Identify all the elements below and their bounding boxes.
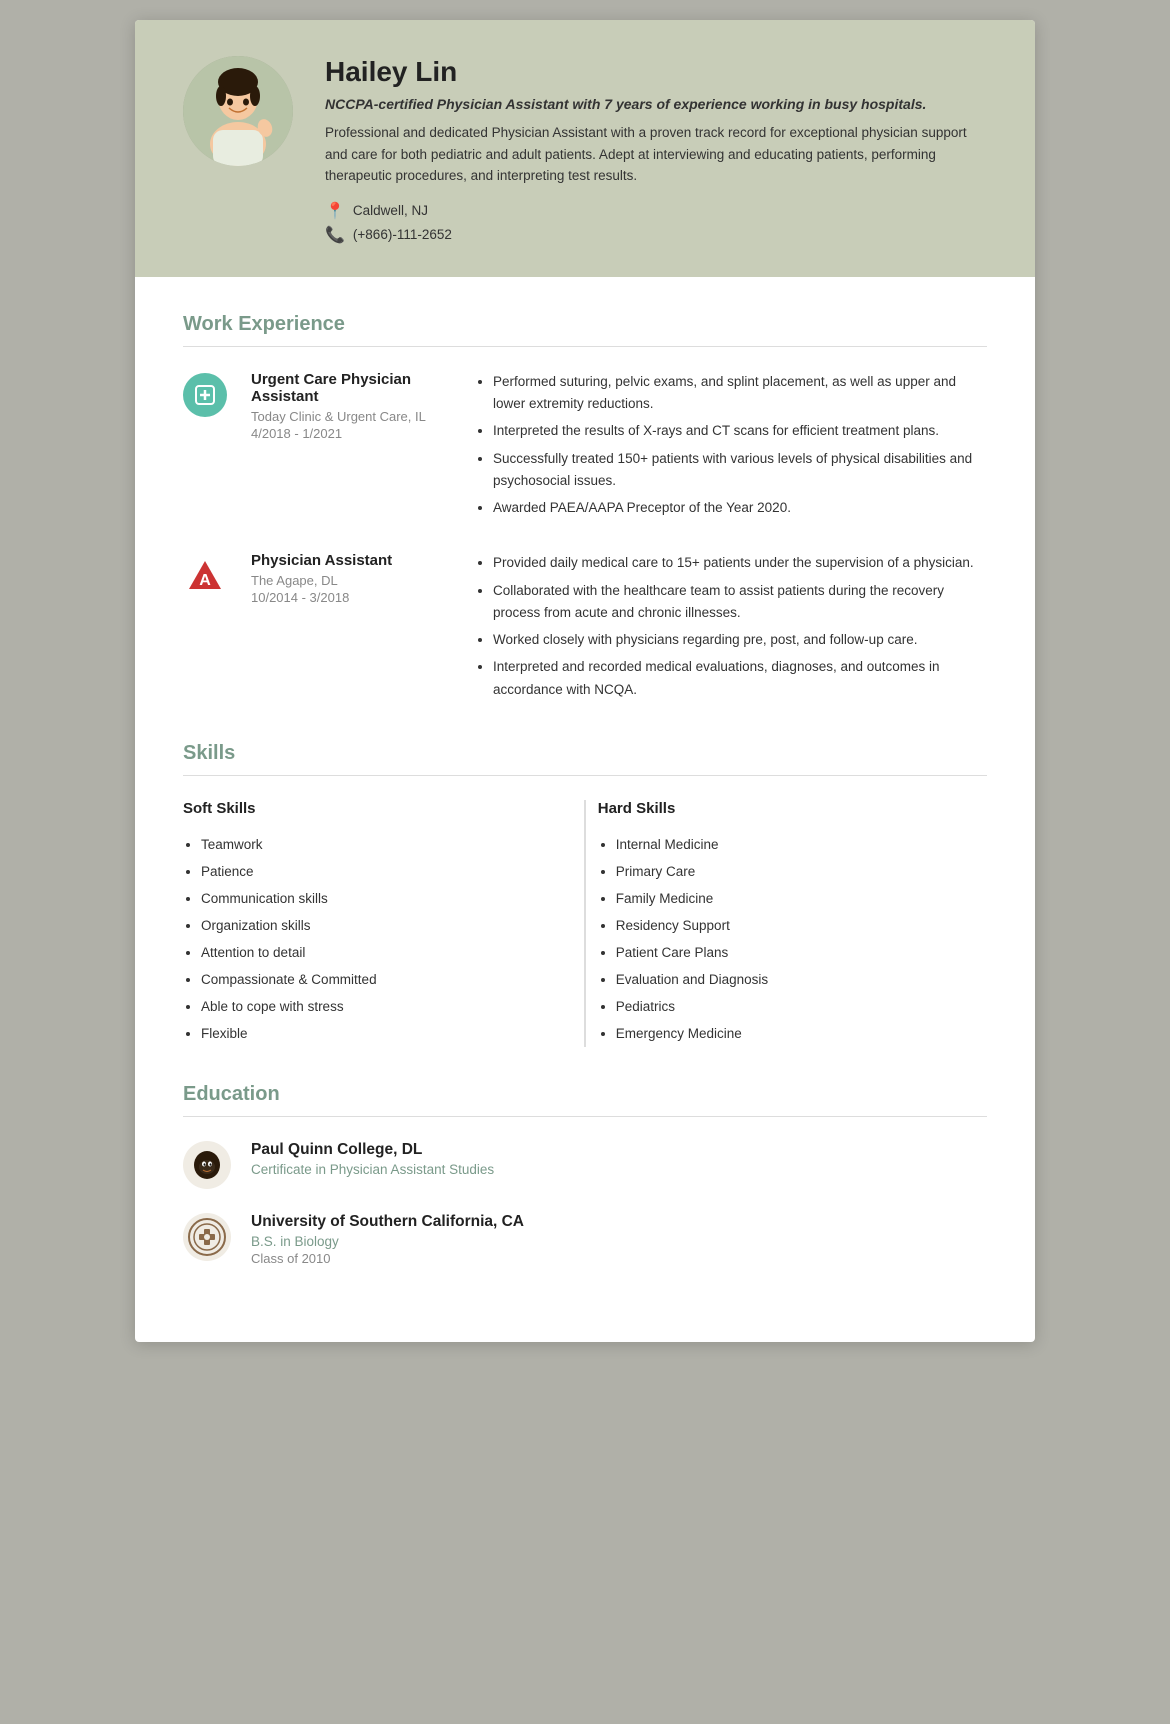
soft-skill-6: Compassionate & Committed bbox=[201, 966, 548, 993]
svg-text:A: A bbox=[199, 572, 211, 589]
body-section: Work Experience Urgent Care Physician As… bbox=[135, 277, 1035, 1342]
location-item: 📍 Caldwell, NJ bbox=[325, 201, 987, 221]
soft-skill-1: Teamwork bbox=[201, 831, 548, 858]
bullet-2-3: Worked closely with physicians regarding… bbox=[493, 629, 987, 651]
work-divider bbox=[183, 346, 987, 347]
skills-divider bbox=[183, 775, 987, 776]
edu-degree-2: B.S. in Biology bbox=[251, 1234, 524, 1249]
job-date-2: 10/2014 - 3/2018 bbox=[251, 590, 451, 605]
soft-skill-3: Communication skills bbox=[201, 885, 548, 912]
edu-icon-1 bbox=[183, 1141, 231, 1189]
location-icon: 📍 bbox=[325, 201, 345, 221]
location-text: Caldwell, NJ bbox=[353, 203, 428, 218]
job-bullets-2: Provided daily medical care to 15+ patie… bbox=[475, 552, 987, 706]
hard-skill-2: Primary Care bbox=[616, 858, 963, 885]
work-icon-1 bbox=[183, 373, 227, 417]
candidate-name: Hailey Lin bbox=[325, 56, 987, 88]
skills-title: Skills bbox=[183, 742, 987, 765]
edu-entry-1: Paul Quinn College, DL Certificate in Ph… bbox=[183, 1141, 987, 1189]
education-title: Education bbox=[183, 1083, 987, 1106]
job-bullets-list-2: Provided daily medical care to 15+ patie… bbox=[475, 552, 987, 701]
work-entry-2: A Physician Assistant The Agape, DL 10/2… bbox=[183, 552, 987, 706]
resume: Hailey Lin NCCPA-certified Physician Ass… bbox=[135, 20, 1035, 1342]
work-entry-1: Urgent Care Physician Assistant Today Cl… bbox=[183, 371, 987, 525]
hard-skill-4: Residency Support bbox=[616, 912, 963, 939]
job-date-1: 4/2018 - 1/2021 bbox=[251, 426, 451, 441]
job-title-1: Urgent Care Physician Assistant bbox=[251, 371, 451, 405]
job-bullets-1: Performed suturing, pelvic exams, and sp… bbox=[475, 371, 987, 525]
bullet-1-4: Awarded PAEA/AAPA Preceptor of the Year … bbox=[493, 497, 987, 519]
soft-skill-4: Organization skills bbox=[201, 912, 548, 939]
hard-skill-1: Internal Medicine bbox=[616, 831, 963, 858]
soft-skill-2: Patience bbox=[201, 858, 548, 885]
header-section: Hailey Lin NCCPA-certified Physician Ass… bbox=[135, 20, 1035, 277]
job-company-1: Today Clinic & Urgent Care, IL bbox=[251, 409, 451, 424]
soft-skill-8: Flexible bbox=[201, 1020, 548, 1047]
bullet-1-3: Successfully treated 150+ patients with … bbox=[493, 448, 987, 493]
job-company-2: The Agape, DL bbox=[251, 573, 451, 588]
phone-text: (+866)-111-2652 bbox=[353, 227, 452, 242]
soft-skills-col: Soft Skills Teamwork Patience Communicat… bbox=[183, 800, 572, 1047]
bullet-2-1: Provided daily medical care to 15+ patie… bbox=[493, 552, 987, 574]
header-tagline: NCCPA-certified Physician Assistant with… bbox=[325, 96, 987, 112]
header-description: Professional and dedicated Physician Ass… bbox=[325, 122, 987, 187]
header-info: Hailey Lin NCCPA-certified Physician Ass… bbox=[325, 56, 987, 245]
hard-skill-5: Patient Care Plans bbox=[616, 939, 963, 966]
hard-skill-8: Emergency Medicine bbox=[616, 1020, 963, 1047]
work-experience-section: Work Experience Urgent Care Physician As… bbox=[183, 313, 987, 706]
soft-skills-title: Soft Skills bbox=[183, 800, 548, 817]
work-left-2: Physician Assistant The Agape, DL 10/201… bbox=[251, 552, 451, 706]
edu-school-2: University of Southern California, CA bbox=[251, 1213, 524, 1231]
bullet-1-2: Interpreted the results of X-rays and CT… bbox=[493, 420, 987, 442]
soft-skills-list: Teamwork Patience Communication skills O… bbox=[183, 831, 548, 1047]
work-experience-title: Work Experience bbox=[183, 313, 987, 336]
edu-info-2: University of Southern California, CA B.… bbox=[251, 1213, 524, 1266]
bullet-2-4: Interpreted and recorded medical evaluat… bbox=[493, 656, 987, 701]
skills-section: Skills Soft Skills Teamwork Patience Com… bbox=[183, 742, 987, 1047]
phone-icon: 📞 bbox=[325, 225, 345, 245]
hard-skill-3: Family Medicine bbox=[616, 885, 963, 912]
skills-col-divider bbox=[584, 800, 586, 1047]
job-bullets-list-1: Performed suturing, pelvic exams, and sp… bbox=[475, 371, 987, 520]
bullet-2-2: Collaborated with the healthcare team to… bbox=[493, 580, 987, 625]
skills-grid: Soft Skills Teamwork Patience Communicat… bbox=[183, 800, 987, 1047]
bullet-1-1: Performed suturing, pelvic exams, and sp… bbox=[493, 371, 987, 416]
header-contact: 📍 Caldwell, NJ 📞 (+866)-111-2652 bbox=[325, 201, 987, 245]
phone-item: 📞 (+866)-111-2652 bbox=[325, 225, 987, 245]
job-title-2: Physician Assistant bbox=[251, 552, 451, 569]
avatar-wrap bbox=[183, 56, 293, 166]
edu-info-1: Paul Quinn College, DL Certificate in Ph… bbox=[251, 1141, 494, 1179]
soft-skill-7: Able to cope with stress bbox=[201, 993, 548, 1020]
edu-entry-2: University of Southern California, CA B.… bbox=[183, 1213, 987, 1266]
edu-school-1: Paul Quinn College, DL bbox=[251, 1141, 494, 1159]
education-section: Education bbox=[183, 1083, 987, 1266]
avatar bbox=[183, 56, 293, 166]
hard-skills-list: Internal Medicine Primary Care Family Me… bbox=[598, 831, 963, 1047]
edu-degree-1: Certificate in Physician Assistant Studi… bbox=[251, 1162, 494, 1177]
hard-skills-col: Hard Skills Internal Medicine Primary Ca… bbox=[598, 800, 987, 1047]
hard-skill-7: Pediatrics bbox=[616, 993, 963, 1020]
work-icon-2: A bbox=[183, 554, 227, 598]
soft-skill-5: Attention to detail bbox=[201, 939, 548, 966]
work-left-1: Urgent Care Physician Assistant Today Cl… bbox=[251, 371, 451, 525]
education-divider bbox=[183, 1116, 987, 1117]
hard-skill-6: Evaluation and Diagnosis bbox=[616, 966, 963, 993]
edu-icon-2 bbox=[183, 1213, 231, 1261]
hard-skills-title: Hard Skills bbox=[598, 800, 963, 817]
edu-year-2: Class of 2010 bbox=[251, 1251, 524, 1266]
